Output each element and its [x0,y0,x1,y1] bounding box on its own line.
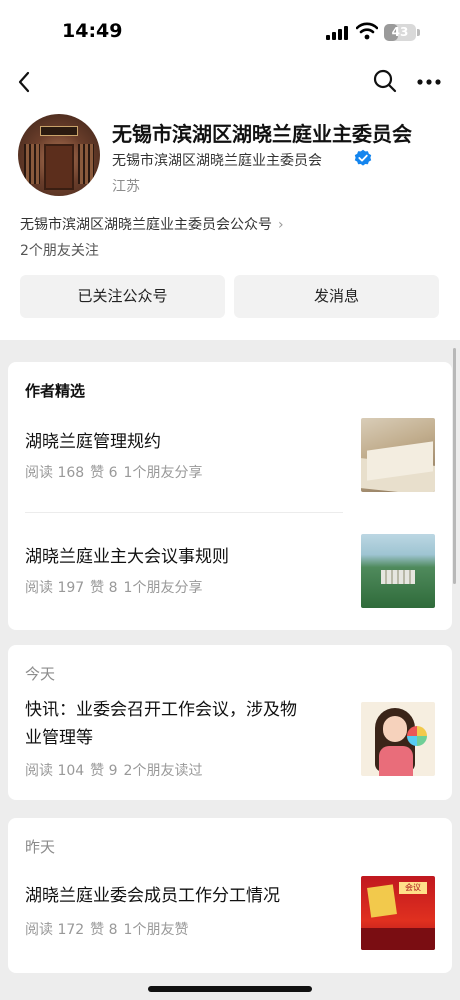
read-count: 阅读 172 [25,922,85,938]
article-thumbnail [361,702,435,776]
article-title-line: 业管理等 [25,728,93,748]
more-icon[interactable] [416,72,442,92]
thumbnail-sign: 会议 [399,882,427,894]
read-count: 阅读 104 [25,763,85,779]
back-icon[interactable] [14,68,38,96]
friend-social: 1个朋友赞 [123,922,189,938]
like-count: 赞 6 [90,465,118,481]
featured-card: 作者精选 湖晓兰庭管理规约 阅读 168 赞 6 1个朋友分享 湖晓兰庭业主大会议事… [8,362,452,630]
article-feed: 作者精选 湖晓兰庭管理规约 阅读 168 赞 6 1个朋友分享 湖晓兰庭业主大会议事… [0,340,460,1000]
read-count: 阅读 168 [25,465,85,481]
article-meta: 阅读 168 赞 6 1个朋友分享 [25,462,208,482]
article-meta: 阅读 197 赞 8 1个朋友分享 [25,577,208,597]
yesterday-card: 昨天 湖晓兰庭业委会成员工作分工情况 阅读 172 赞 8 1个朋友赞 会议 [8,818,452,973]
like-count: 赞 8 [90,580,118,596]
search-icon[interactable] [372,68,398,94]
article-meta: 阅读 104 赞 9 2个朋友读过 [25,760,208,780]
account-name: 无锡市滨湖区湖晓兰庭业主委员会 [112,122,412,146]
article-title: 湖晓兰庭管理规约 [25,432,161,452]
article-thumbnail [361,534,435,608]
date-header: 昨天 [25,838,56,856]
scrollbar[interactable] [453,348,456,584]
chevron-right-icon: › [278,217,284,233]
home-indicator[interactable] [148,986,312,992]
region: 江苏 [112,179,140,195]
article-meta: 阅读 172 赞 8 1个朋友赞 [25,919,194,939]
featured-section-title: 作者精选 [25,382,86,400]
date-header: 今天 [25,665,56,683]
like-count: 赞 8 [90,922,118,938]
today-card: 今天 快讯：业委会召开工作会议，涉及物 业管理等 阅读 104 赞 9 2个朋友读过 [8,645,452,800]
friend-social: 1个朋友分享 [123,465,203,481]
battery-icon: 43 [384,24,416,41]
battery-tip [417,29,420,36]
article-thumbnail: 会议 [361,876,435,950]
status-time: 14:49 [62,20,123,42]
status-bar: 14:49 43 [0,0,460,64]
divider [25,512,343,513]
official-account-label: 无锡市滨湖区湖晓兰庭业主委员会公众号 [20,217,272,233]
article-title-line: 快讯：业委会召开工作会议，涉及物 [25,700,297,720]
article-title: 湖晓兰庭业委会成员工作分工情况 [25,886,280,906]
nav-bar [0,62,460,102]
wifi-icon [356,22,378,40]
friend-social: 2个朋友读过 [123,763,203,779]
article-thumbnail [361,418,435,492]
verified-icon [354,149,372,166]
like-count: 赞 9 [90,763,118,779]
message-button[interactable]: 发消息 [234,275,439,318]
article-title: 湖晓兰庭业主大会议事规则 [25,547,229,567]
signal-icon [326,26,348,40]
read-count: 阅读 197 [25,580,85,596]
battery-percent: 43 [391,25,409,39]
friends-follow[interactable]: 2个朋友关注 [20,240,99,260]
account-subject[interactable]: 无锡市滨湖区湖晓兰庭业主委员会 [112,150,322,170]
friend-social: 1个朋友分享 [123,580,203,596]
official-account-link[interactable]: 无锡市滨湖区湖晓兰庭业主委员会公众号 › [20,214,284,234]
followed-button[interactable]: 已关注公众号 [20,275,225,318]
avatar[interactable] [18,114,100,196]
